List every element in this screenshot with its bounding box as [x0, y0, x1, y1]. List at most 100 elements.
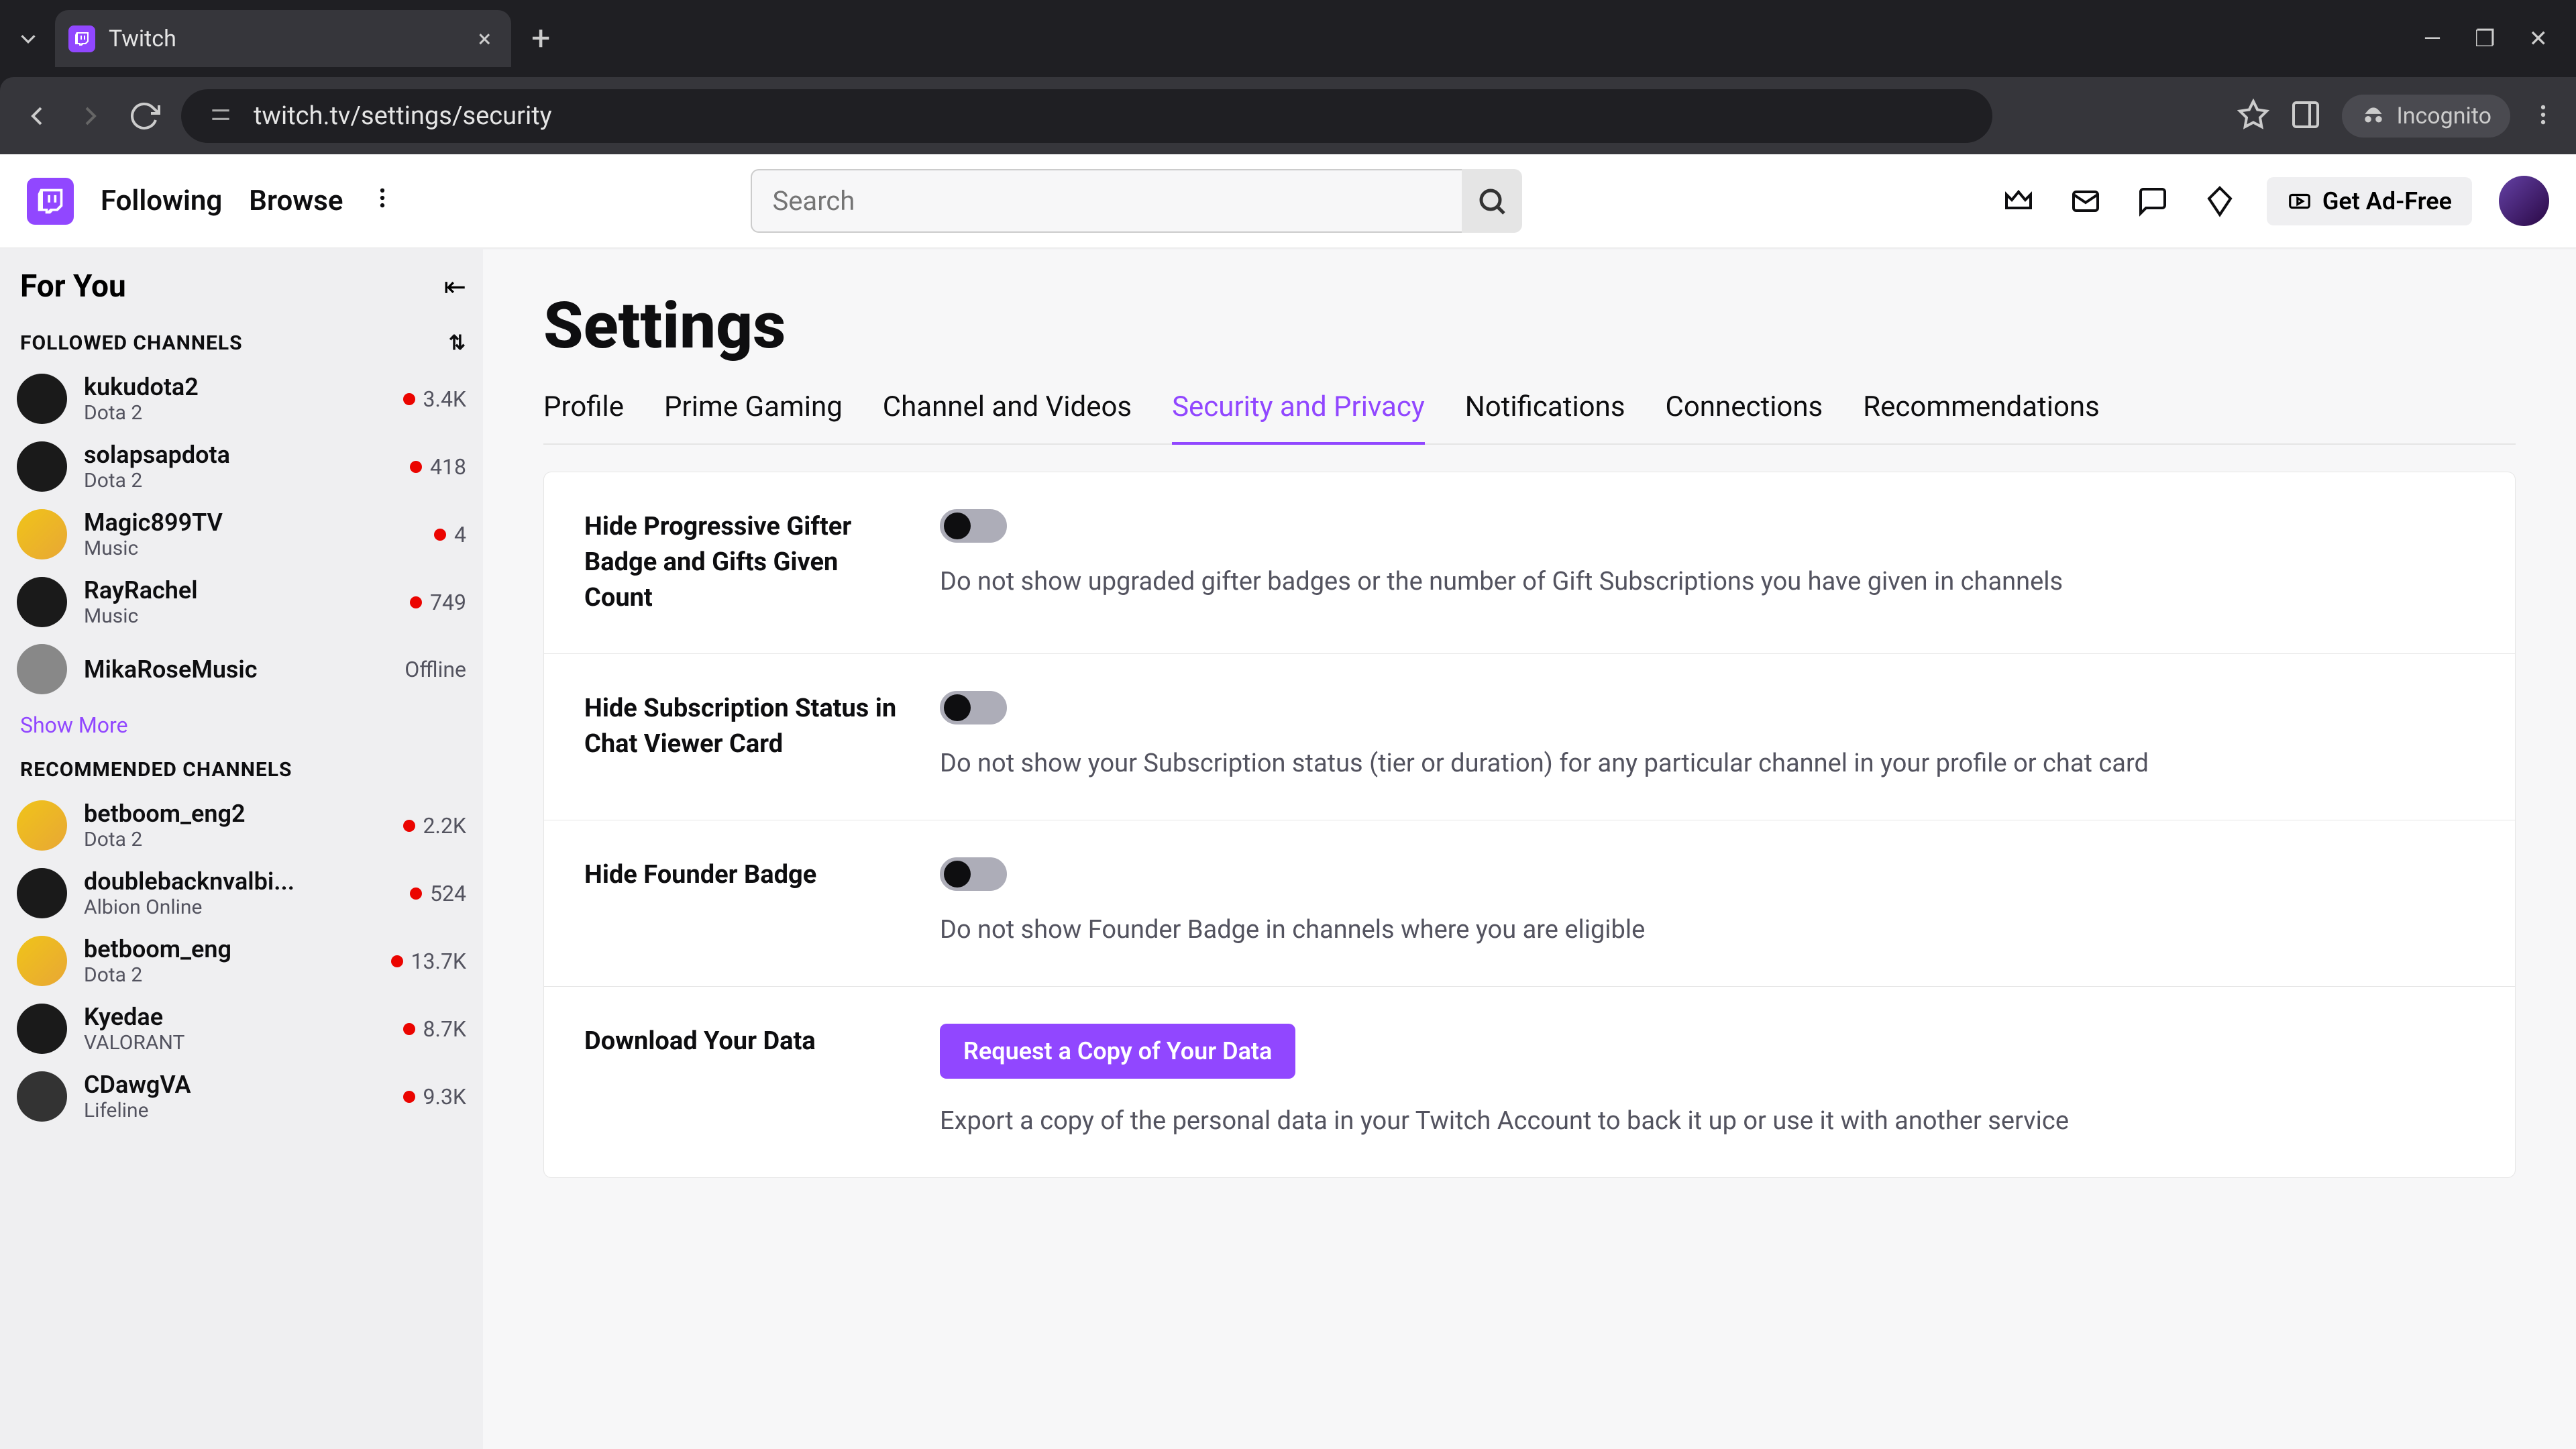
channel-game: VALORANT — [84, 1031, 386, 1055]
channel-row[interactable]: betboom_engDota 2 13.7K — [17, 927, 483, 995]
channel-avatar — [17, 1071, 67, 1122]
hide-subscription-status-desc: Do not show your Subscription status (ti… — [940, 745, 2475, 783]
get-ad-free-button[interactable]: Get Ad-Free — [2267, 177, 2472, 225]
download-your-data-desc: Export a copy of the personal data in yo… — [940, 1102, 2475, 1140]
collapse-sidebar-icon[interactable]: ⇤ — [443, 271, 466, 303]
hide-gifter-badge-toggle[interactable] — [940, 509, 1007, 543]
channel-avatar — [17, 577, 67, 627]
channel-game: Albion Online — [84, 896, 393, 919]
more-menu-icon[interactable] — [370, 185, 395, 217]
search-button[interactable] — [1462, 169, 1522, 233]
tab-profile[interactable]: Profile — [543, 390, 624, 443]
twitch-logo[interactable] — [27, 178, 74, 225]
viewer-count: 8.7K — [423, 1016, 466, 1042]
panel-icon[interactable] — [2290, 99, 2322, 133]
show-more-link[interactable]: Show More — [17, 702, 483, 748]
channel-row[interactable]: solapsapdotaDota 2418 — [17, 433, 483, 500]
download-your-data-label: Download Your Data — [584, 1024, 900, 1140]
bits-icon[interactable] — [2200, 181, 2240, 221]
channel-game: Lifeline — [84, 1099, 386, 1122]
prime-icon[interactable] — [1998, 181, 2039, 221]
channel-row[interactable]: MikaRoseMusicOffline — [17, 636, 483, 702]
address-bar[interactable]: twitch.tv/settings/security — [181, 89, 1992, 143]
browser-menu-icon[interactable] — [2530, 102, 2556, 130]
live-indicator-icon — [391, 955, 403, 967]
live-indicator-icon — [403, 1091, 415, 1103]
tab-security-and-privacy[interactable]: Security and Privacy — [1172, 390, 1425, 445]
twitch-favicon — [68, 25, 95, 52]
channel-row[interactable]: kukudota2Dota 23.4K — [17, 365, 483, 433]
close-tab-icon[interactable]: × — [478, 25, 491, 53]
channel-name: kukudota2 — [84, 373, 386, 401]
hide-founder-badge-toggle[interactable] — [940, 857, 1007, 891]
tab-title: Twitch — [109, 25, 465, 52]
channel-avatar — [17, 1004, 67, 1054]
channel-row[interactable]: RayRachelMusic749 — [17, 568, 483, 636]
maximize-icon[interactable]: ❐ — [2475, 25, 2495, 52]
channel-status: 4 — [434, 522, 466, 547]
user-avatar[interactable] — [2499, 176, 2549, 226]
whispers-icon[interactable] — [2133, 181, 2173, 221]
page-title: Settings — [543, 288, 2516, 364]
hide-gifter-badge-desc: Do not show upgraded gifter badges or th… — [940, 563, 2475, 601]
channel-game: Dota 2 — [84, 401, 386, 425]
channel-status: 13.7K — [391, 949, 466, 974]
request-data-copy-button[interactable]: Request a Copy of Your Data — [940, 1024, 1295, 1079]
channel-avatar — [17, 868, 67, 918]
channel-status: 749 — [410, 590, 466, 615]
followed-channels-heading: FOLLOWED CHANNELS — [20, 331, 243, 355]
channel-name: doublebacknvalbi... — [84, 867, 393, 896]
live-indicator-icon — [410, 888, 422, 900]
nav-browse[interactable]: Browse — [249, 184, 343, 217]
channel-status: 2.2K — [403, 813, 466, 839]
channel-name: betboom_eng — [84, 935, 374, 963]
tab-search-button[interactable] — [8, 19, 48, 59]
minimize-icon[interactable]: — — [2423, 25, 2441, 52]
hide-subscription-status-toggle[interactable] — [940, 691, 1007, 724]
for-you-heading: For You — [20, 268, 126, 305]
channel-name: Magic899TV — [84, 508, 417, 537]
close-window-icon[interactable]: ✕ — [2529, 25, 2548, 52]
viewer-count: 749 — [430, 590, 466, 615]
back-button[interactable] — [20, 99, 54, 133]
channel-row[interactable]: Magic899TVMusic4 — [17, 500, 483, 568]
channel-row[interactable]: CDawgVALifeline9.3K — [17, 1063, 483, 1130]
channel-game: Dota 2 — [84, 963, 374, 987]
bookmark-icon[interactable] — [2237, 99, 2269, 133]
channel-game: Dota 2 — [84, 828, 386, 851]
hide-subscription-status-label: Hide Subscription Status in Chat Viewer … — [584, 691, 900, 783]
channel-game: Dota 2 — [84, 469, 393, 492]
site-info-icon[interactable] — [208, 102, 233, 130]
live-indicator-icon — [403, 820, 415, 832]
tab-prime-gaming[interactable]: Prime Gaming — [664, 390, 843, 443]
channel-avatar — [17, 644, 67, 694]
tab-channel-and-videos[interactable]: Channel and Videos — [883, 390, 1132, 443]
inbox-icon[interactable] — [2065, 181, 2106, 221]
channel-status: Offline — [405, 657, 466, 682]
tab-notifications[interactable]: Notifications — [1465, 390, 1625, 443]
search-input[interactable] — [751, 169, 1462, 233]
tab-connections[interactable]: Connections — [1666, 390, 1823, 443]
channel-name: RayRachel — [84, 576, 393, 604]
sort-icon[interactable]: ⇅ — [449, 331, 466, 355]
channel-avatar — [17, 441, 67, 492]
live-indicator-icon — [410, 461, 422, 473]
channel-name: solapsapdota — [84, 441, 393, 469]
new-tab-button[interactable]: + — [531, 19, 550, 58]
browser-tab[interactable]: Twitch × — [55, 10, 511, 67]
incognito-badge[interactable]: Incognito — [2342, 95, 2510, 138]
nav-following[interactable]: Following — [101, 184, 222, 217]
channel-row[interactable]: KyedaeVALORANT 8.7K — [17, 995, 483, 1063]
channel-row[interactable]: doublebacknvalbi...Albion Online 524 — [17, 859, 483, 927]
viewer-count: 13.7K — [411, 949, 466, 974]
viewer-count: 9.3K — [423, 1084, 466, 1110]
channel-name: Kyedae — [84, 1003, 386, 1031]
reload-button[interactable] — [127, 99, 161, 133]
viewer-count: 524 — [430, 881, 466, 906]
forward-button[interactable] — [74, 99, 107, 133]
channel-status: 8.7K — [403, 1016, 466, 1042]
channel-avatar — [17, 936, 67, 986]
channel-row[interactable]: betboom_eng2Dota 22.2K — [17, 792, 483, 859]
tab-recommendations[interactable]: Recommendations — [1863, 390, 2100, 443]
channel-avatar — [17, 509, 67, 559]
